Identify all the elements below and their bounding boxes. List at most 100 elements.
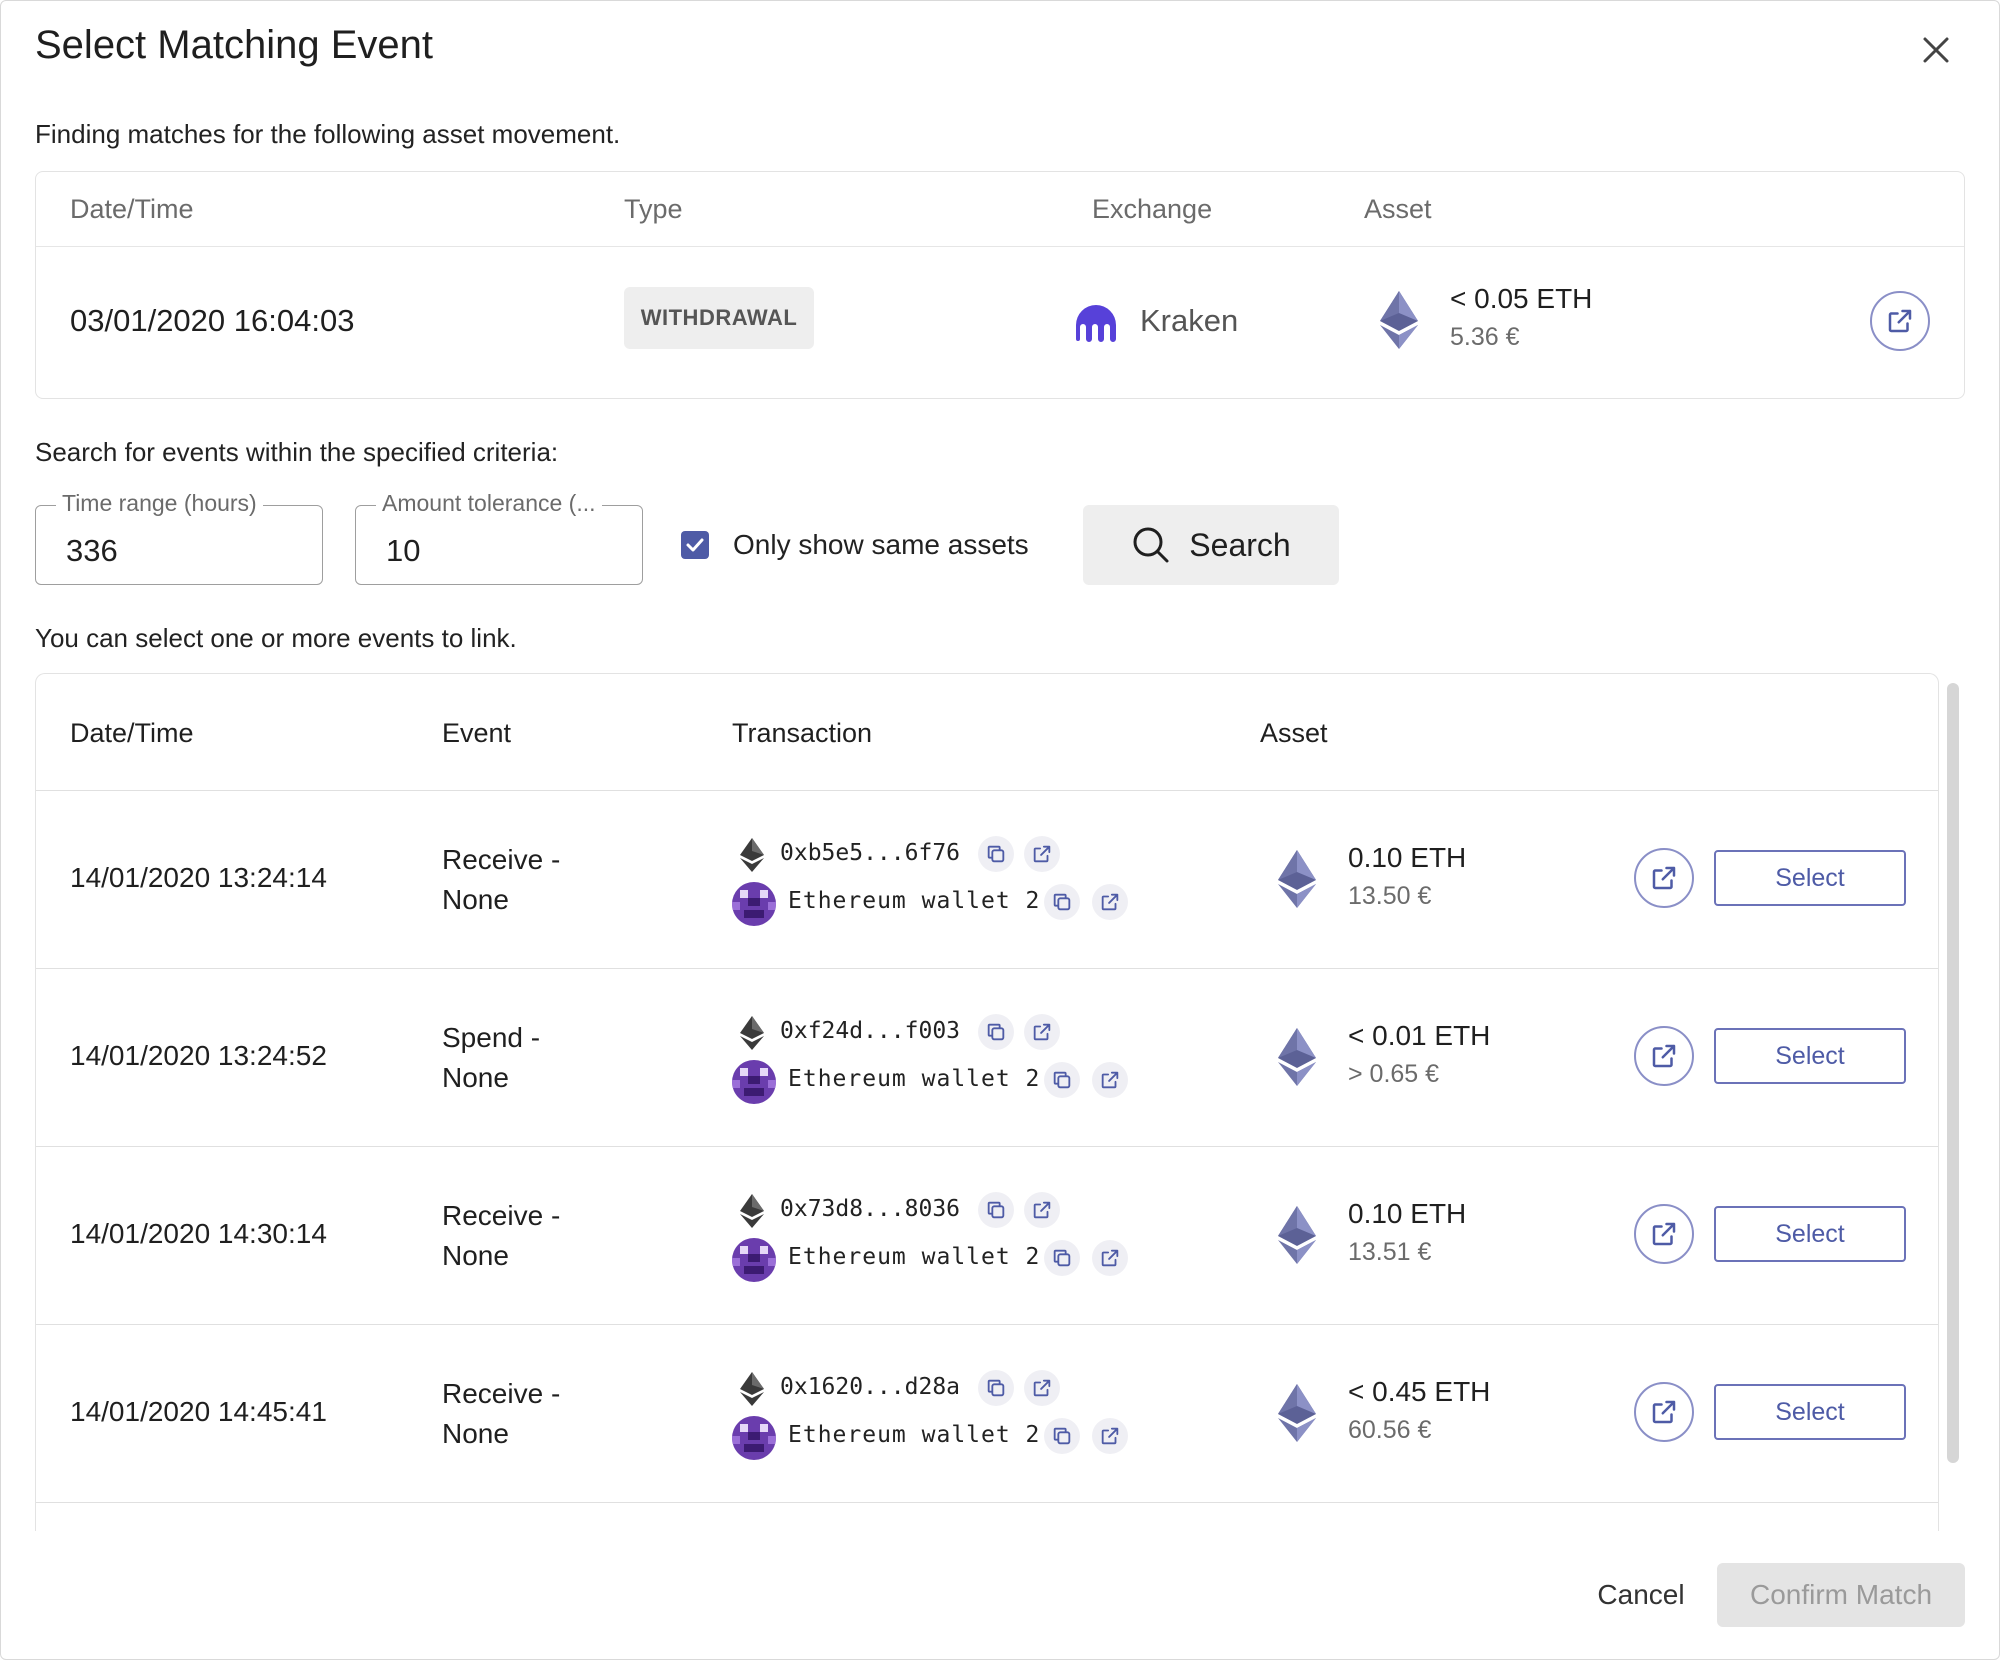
- results-scrollbar[interactable]: [1947, 683, 1959, 1463]
- ethereum-icon: [1278, 1206, 1316, 1264]
- row-event: Receive - None: [442, 1378, 561, 1449]
- external-link-icon: [1031, 843, 1053, 865]
- hash-external-link-button[interactable]: [1024, 1370, 1060, 1406]
- row-event: Spend - None: [442, 1022, 541, 1093]
- row-event: Receive - None: [442, 844, 561, 915]
- hash-external-link-button[interactable]: [1024, 836, 1060, 872]
- kraken-icon: [1076, 305, 1116, 342]
- external-link-icon: [1649, 1219, 1679, 1249]
- movement-header-exchange: Exchange: [1092, 194, 1213, 224]
- confirm-match-button[interactable]: Confirm Match: [1717, 1563, 1965, 1627]
- results-header-event: Event: [442, 718, 512, 748]
- same-assets-checkbox[interactable]: [681, 531, 709, 559]
- amount-tolerance-field[interactable]: Amount tolerance (...: [355, 490, 643, 585]
- select-button[interactable]: Select: [1714, 1206, 1906, 1262]
- external-link-icon: [1885, 306, 1915, 336]
- search-icon: [1133, 527, 1169, 563]
- movement-exchange-name: Kraken: [1140, 303, 1239, 338]
- cancel-button[interactable]: Cancel: [1579, 1563, 1703, 1627]
- wallet-external-link-button[interactable]: [1092, 1418, 1128, 1454]
- row-external-link-button[interactable]: [1634, 1204, 1694, 1264]
- close-icon: [1923, 37, 1949, 63]
- row-fiat-value: 13.51 €: [1348, 1238, 1432, 1266]
- row-fiat-value: 13.50 €: [1348, 882, 1432, 910]
- row-datetime: 14/01/2020 14:30:14: [70, 1218, 327, 1249]
- copy-icon: [1051, 1425, 1073, 1447]
- ethereum-icon: [740, 838, 764, 872]
- row-external-link-button[interactable]: [1634, 1026, 1694, 1086]
- search-button-label: Search: [1189, 526, 1291, 563]
- copy-wallet-button[interactable]: [1044, 1240, 1080, 1276]
- close-button[interactable]: [1913, 27, 1959, 73]
- select-button[interactable]: Select: [1714, 1028, 1906, 1084]
- external-link-icon: [1031, 1377, 1053, 1399]
- row-wallet-name: Ethereum wallet 2: [788, 888, 1041, 914]
- results-header-datetime: Date/Time: [70, 718, 194, 748]
- ethereum-icon: [740, 1194, 764, 1228]
- hash-external-link-button[interactable]: [1024, 1192, 1060, 1228]
- ethereum-icon: [1278, 850, 1316, 908]
- ethereum-icon: [1278, 1384, 1316, 1442]
- row-external-link-button[interactable]: [1634, 1382, 1694, 1442]
- select-button[interactable]: Select: [1714, 850, 1906, 906]
- external-link-icon: [1649, 1397, 1679, 1427]
- time-range-field[interactable]: Time range (hours): [35, 490, 323, 585]
- row-amount: 0.10 ETH: [1348, 1198, 1467, 1229]
- copy-icon: [1051, 1247, 1073, 1269]
- wallet-avatar: [732, 1416, 776, 1460]
- results-table: Date/Time Event Transaction Asset 14/01/…: [35, 673, 1939, 1531]
- external-link-icon: [1031, 1199, 1053, 1221]
- row-amount: < 0.01 ETH: [1348, 1020, 1491, 1051]
- table-row: 14/01/2020 14:30:14 Receive - None 0x73d…: [36, 1146, 1938, 1325]
- copy-hash-button[interactable]: [978, 1370, 1014, 1406]
- time-range-input[interactable]: [36, 506, 322, 584]
- movement-header-type: Type: [624, 194, 683, 224]
- dialog-title: Select Matching Event: [35, 23, 433, 67]
- copy-wallet-button[interactable]: [1044, 884, 1080, 920]
- row-wallet-name: Ethereum wallet 2: [788, 1244, 1041, 1270]
- external-link-icon: [1649, 863, 1679, 893]
- copy-wallet-button[interactable]: [1044, 1062, 1080, 1098]
- copy-wallet-button[interactable]: [1044, 1418, 1080, 1454]
- copy-icon: [985, 1199, 1007, 1221]
- wallet-avatar: [732, 1238, 776, 1282]
- amount-tolerance-input[interactable]: [356, 506, 642, 584]
- row-tx-hash: 0xf24d...f003: [780, 1018, 961, 1044]
- row-wallet-name: Ethereum wallet 2: [788, 1066, 1041, 1092]
- movement-row: 03/01/2020 16:04:03 WITHDRAWAL Kraken < …: [36, 247, 1964, 399]
- copy-hash-button[interactable]: [978, 1014, 1014, 1050]
- wallet-external-link-button[interactable]: [1092, 1062, 1128, 1098]
- search-criteria-label: Search for events within the specified c…: [35, 437, 559, 467]
- row-datetime: 14/01/2020 13:24:52: [70, 1040, 327, 1071]
- row-tx-hash: 0x73d8...8036: [780, 1196, 961, 1222]
- ethereum-icon: [1380, 291, 1418, 349]
- movement-datetime: 03/01/2020 16:04:03: [70, 303, 355, 338]
- copy-hash-button[interactable]: [978, 1192, 1014, 1228]
- movement-external-link-button[interactable]: [1870, 291, 1930, 351]
- table-row: 14/01/2020 13:24:14 Receive - None 0xb5e…: [36, 790, 1938, 969]
- external-link-icon: [1099, 1069, 1121, 1091]
- row-external-link-button[interactable]: [1634, 848, 1694, 908]
- wallet-external-link-button[interactable]: [1092, 1240, 1128, 1276]
- ethereum-icon: [740, 1372, 764, 1406]
- copy-icon: [985, 1021, 1007, 1043]
- copy-icon: [1051, 891, 1073, 913]
- external-link-icon: [1099, 1425, 1121, 1447]
- row-tx-hash: 0x1620...d28a: [780, 1374, 961, 1400]
- copy-icon: [985, 1377, 1007, 1399]
- dialog-subtitle: Finding matches for the following asset …: [35, 119, 621, 149]
- movement-amount: < 0.05 ETH: [1450, 283, 1593, 314]
- wallet-avatar: [732, 1060, 776, 1104]
- hash-external-link-button[interactable]: [1024, 1014, 1060, 1050]
- wallet-external-link-button[interactable]: [1092, 884, 1128, 920]
- search-button[interactable]: Search: [1083, 505, 1339, 585]
- copy-hash-button[interactable]: [978, 836, 1014, 872]
- external-link-icon: [1099, 891, 1121, 913]
- check-icon: [686, 538, 704, 552]
- results-header-asset: Asset: [1260, 718, 1328, 748]
- row-wallet-name: Ethereum wallet 2: [788, 1422, 1041, 1448]
- row-fiat-value: > 0.65 €: [1348, 1060, 1440, 1088]
- select-button[interactable]: Select: [1714, 1384, 1906, 1440]
- ethereum-icon: [740, 1016, 764, 1050]
- row-tx-hash: 0xb5e5...6f76: [780, 840, 961, 866]
